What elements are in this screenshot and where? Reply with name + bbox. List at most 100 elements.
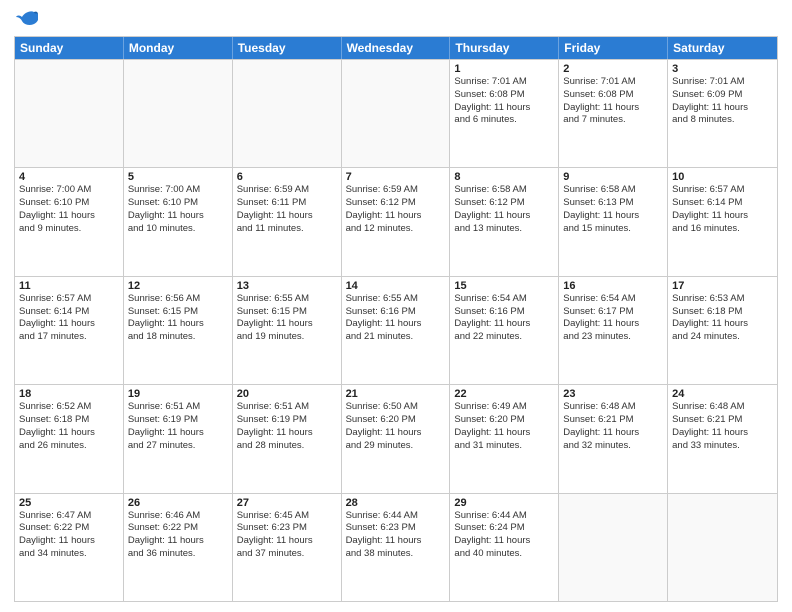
logo bbox=[14, 10, 38, 28]
cell-line: Sunset: 6:08 PM bbox=[563, 89, 663, 102]
day-number: 29 bbox=[454, 497, 554, 509]
day-number: 7 bbox=[346, 171, 446, 183]
cell-line: Sunrise: 6:54 AM bbox=[563, 293, 663, 306]
cell-line: Sunrise: 6:53 AM bbox=[672, 293, 773, 306]
cell-line: and 12 minutes. bbox=[346, 223, 446, 236]
calendar-cell: 18Sunrise: 6:52 AMSunset: 6:18 PMDayligh… bbox=[15, 385, 124, 492]
calendar-header: SundayMondayTuesdayWednesdayThursdayFrid… bbox=[15, 37, 777, 59]
day-number: 5 bbox=[128, 171, 228, 183]
day-number: 19 bbox=[128, 388, 228, 400]
calendar-cell: 8Sunrise: 6:58 AMSunset: 6:12 PMDaylight… bbox=[450, 168, 559, 275]
cell-line: Sunrise: 6:49 AM bbox=[454, 401, 554, 414]
day-number: 17 bbox=[672, 280, 773, 292]
cell-line: Sunset: 6:11 PM bbox=[237, 197, 337, 210]
page-header bbox=[14, 10, 778, 28]
day-number: 20 bbox=[237, 388, 337, 400]
calendar-cell: 6Sunrise: 6:59 AMSunset: 6:11 PMDaylight… bbox=[233, 168, 342, 275]
calendar-cell: 29Sunrise: 6:44 AMSunset: 6:24 PMDayligh… bbox=[450, 494, 559, 601]
cell-line: Daylight: 11 hours bbox=[346, 210, 446, 223]
cell-line: Daylight: 11 hours bbox=[672, 318, 773, 331]
cell-line: Daylight: 11 hours bbox=[454, 318, 554, 331]
cell-line: Sunset: 6:23 PM bbox=[237, 522, 337, 535]
cell-line: and 15 minutes. bbox=[563, 223, 663, 236]
cell-line: Sunset: 6:13 PM bbox=[563, 197, 663, 210]
cell-line: Sunrise: 6:57 AM bbox=[672, 184, 773, 197]
cell-line: and 37 minutes. bbox=[237, 548, 337, 561]
calendar-cell: 1Sunrise: 7:01 AMSunset: 6:08 PMDaylight… bbox=[450, 60, 559, 167]
cell-line: Daylight: 11 hours bbox=[454, 535, 554, 548]
calendar-header-friday: Friday bbox=[559, 37, 668, 59]
cell-line: Sunrise: 6:56 AM bbox=[128, 293, 228, 306]
calendar-cell: 11Sunrise: 6:57 AMSunset: 6:14 PMDayligh… bbox=[15, 277, 124, 384]
calendar-cell: 26Sunrise: 6:46 AMSunset: 6:22 PMDayligh… bbox=[124, 494, 233, 601]
cell-line: Sunrise: 7:01 AM bbox=[563, 76, 663, 89]
calendar-cell: 4Sunrise: 7:00 AMSunset: 6:10 PMDaylight… bbox=[15, 168, 124, 275]
calendar-cell bbox=[124, 60, 233, 167]
cell-line: Sunset: 6:19 PM bbox=[237, 414, 337, 427]
cell-line: Sunrise: 7:00 AM bbox=[19, 184, 119, 197]
day-number: 28 bbox=[346, 497, 446, 509]
cell-line: and 19 minutes. bbox=[237, 331, 337, 344]
calendar-cell: 25Sunrise: 6:47 AMSunset: 6:22 PMDayligh… bbox=[15, 494, 124, 601]
cell-line: and 34 minutes. bbox=[19, 548, 119, 561]
cell-line: Sunrise: 6:59 AM bbox=[346, 184, 446, 197]
calendar-header-tuesday: Tuesday bbox=[233, 37, 342, 59]
cell-line: Sunrise: 6:44 AM bbox=[346, 510, 446, 523]
cell-line: and 11 minutes. bbox=[237, 223, 337, 236]
cell-line: Daylight: 11 hours bbox=[128, 427, 228, 440]
calendar-cell: 24Sunrise: 6:48 AMSunset: 6:21 PMDayligh… bbox=[668, 385, 777, 492]
calendar-cell: 22Sunrise: 6:49 AMSunset: 6:20 PMDayligh… bbox=[450, 385, 559, 492]
cell-line: Sunset: 6:17 PM bbox=[563, 306, 663, 319]
calendar-header-saturday: Saturday bbox=[668, 37, 777, 59]
calendar-header-thursday: Thursday bbox=[450, 37, 559, 59]
day-number: 13 bbox=[237, 280, 337, 292]
cell-line: Sunrise: 6:44 AM bbox=[454, 510, 554, 523]
day-number: 24 bbox=[672, 388, 773, 400]
day-number: 10 bbox=[672, 171, 773, 183]
day-number: 18 bbox=[19, 388, 119, 400]
cell-line: Sunrise: 6:51 AM bbox=[128, 401, 228, 414]
calendar-cell: 20Sunrise: 6:51 AMSunset: 6:19 PMDayligh… bbox=[233, 385, 342, 492]
calendar-cell: 28Sunrise: 6:44 AMSunset: 6:23 PMDayligh… bbox=[342, 494, 451, 601]
calendar-cell: 21Sunrise: 6:50 AMSunset: 6:20 PMDayligh… bbox=[342, 385, 451, 492]
calendar-header-wednesday: Wednesday bbox=[342, 37, 451, 59]
cell-line: Sunset: 6:14 PM bbox=[672, 197, 773, 210]
logo-bird-icon bbox=[16, 10, 38, 28]
cell-line: Sunrise: 6:58 AM bbox=[563, 184, 663, 197]
cell-line: Daylight: 11 hours bbox=[672, 102, 773, 115]
cell-line: Sunset: 6:09 PM bbox=[672, 89, 773, 102]
day-number: 16 bbox=[563, 280, 663, 292]
cell-line: and 6 minutes. bbox=[454, 114, 554, 127]
cell-line: Daylight: 11 hours bbox=[454, 427, 554, 440]
cell-line: Sunrise: 7:01 AM bbox=[454, 76, 554, 89]
day-number: 8 bbox=[454, 171, 554, 183]
cell-line: Sunrise: 6:57 AM bbox=[19, 293, 119, 306]
cell-line: Sunset: 6:14 PM bbox=[19, 306, 119, 319]
calendar-row-2: 11Sunrise: 6:57 AMSunset: 6:14 PMDayligh… bbox=[15, 276, 777, 384]
cell-line: Sunset: 6:22 PM bbox=[19, 522, 119, 535]
cell-line: Sunrise: 6:48 AM bbox=[672, 401, 773, 414]
day-number: 26 bbox=[128, 497, 228, 509]
day-number: 27 bbox=[237, 497, 337, 509]
cell-line: Sunset: 6:18 PM bbox=[672, 306, 773, 319]
calendar-cell: 3Sunrise: 7:01 AMSunset: 6:09 PMDaylight… bbox=[668, 60, 777, 167]
cell-line: Sunset: 6:21 PM bbox=[672, 414, 773, 427]
cell-line: Daylight: 11 hours bbox=[19, 535, 119, 548]
cell-line: Sunset: 6:20 PM bbox=[454, 414, 554, 427]
calendar-cell: 15Sunrise: 6:54 AMSunset: 6:16 PMDayligh… bbox=[450, 277, 559, 384]
cell-line: Daylight: 11 hours bbox=[563, 102, 663, 115]
cell-line: Sunrise: 6:54 AM bbox=[454, 293, 554, 306]
calendar-cell bbox=[668, 494, 777, 601]
cell-line: and 38 minutes. bbox=[346, 548, 446, 561]
cell-line: Sunset: 6:20 PM bbox=[346, 414, 446, 427]
calendar-cell: 10Sunrise: 6:57 AMSunset: 6:14 PMDayligh… bbox=[668, 168, 777, 275]
cell-line: and 28 minutes. bbox=[237, 440, 337, 453]
cell-line: and 40 minutes. bbox=[454, 548, 554, 561]
calendar-header-monday: Monday bbox=[124, 37, 233, 59]
cell-line: Daylight: 11 hours bbox=[346, 427, 446, 440]
cell-line: Sunrise: 6:58 AM bbox=[454, 184, 554, 197]
cell-line: Daylight: 11 hours bbox=[128, 535, 228, 548]
cell-line: and 9 minutes. bbox=[19, 223, 119, 236]
cell-line: Daylight: 11 hours bbox=[454, 102, 554, 115]
cell-line: and 32 minutes. bbox=[563, 440, 663, 453]
